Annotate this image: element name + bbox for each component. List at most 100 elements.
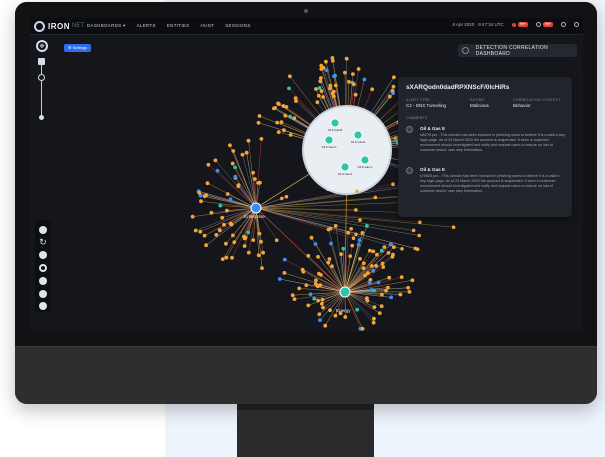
- entity-node: [256, 181, 260, 185]
- edge: [255, 195, 409, 209]
- entity-node: [328, 86, 332, 91]
- entity-node: [228, 143, 232, 148]
- energy-hub-icon: [339, 286, 351, 298]
- entity-node: [381, 265, 386, 269]
- notifications[interactable]: 99+: [535, 22, 553, 27]
- info-icon[interactable]: [39, 302, 47, 310]
- gear-icon[interactable]: [561, 22, 566, 27]
- entity-node: [392, 245, 396, 250]
- entity-node: [205, 181, 210, 186]
- entity-node: [261, 250, 265, 255]
- entity-node: [390, 89, 395, 93]
- cluster-node-label: Oil & Gas A: [338, 172, 353, 176]
- entity-node: [351, 236, 356, 240]
- entity-node: [321, 95, 325, 99]
- entity-node: [355, 307, 360, 312]
- entity-node: [360, 231, 365, 235]
- entity-node: [318, 318, 322, 322]
- alert-type: ALERT TYPE C2 - DNS Tunneling: [406, 98, 446, 108]
- alert-type-label: ALERT TYPE: [406, 98, 430, 102]
- zoom-slider-handle[interactable]: [38, 74, 45, 81]
- zoom-slider-end: [39, 115, 44, 120]
- entity-node: [347, 79, 351, 84]
- entity-node: [330, 264, 334, 269]
- entity-node: [309, 235, 314, 240]
- entity-node: [276, 130, 281, 134]
- chin-divider: [15, 346, 597, 347]
- entity-node: [356, 242, 361, 247]
- entity-node: [373, 195, 378, 200]
- logo-sub: NET: [72, 23, 84, 29]
- entity-node: [306, 253, 311, 258]
- edge: [255, 207, 354, 239]
- entity-node: [343, 315, 348, 319]
- entity-node: [375, 252, 379, 257]
- entity-node: [380, 261, 385, 266]
- nav-entities[interactable]: ENTITIES: [167, 23, 190, 29]
- avatar: [406, 126, 413, 133]
- alert-indicator[interactable]: 99+: [511, 22, 528, 27]
- app-logo[interactable]: IRON NET: [34, 20, 84, 32]
- detection-dashboard-button[interactable]: DETECTION CORRELATION DASHBOARD: [458, 44, 577, 57]
- expand-icon[interactable]: [39, 277, 47, 285]
- settings-button[interactable]: ⚙ Settings: [64, 44, 92, 52]
- edge: [255, 207, 420, 223]
- entity-node: [328, 308, 332, 313]
- help-icon[interactable]: [574, 22, 579, 27]
- entity-node: [351, 72, 355, 76]
- alert-type-value: C2 - DNS Tunneling: [406, 103, 447, 108]
- entity-node: [231, 233, 235, 238]
- entity-node: [314, 278, 318, 283]
- main-nav: DASHBOARDS ▾ ALERTS ENTITIES HUNT SESSIO…: [87, 23, 251, 29]
- nav-dashboards[interactable]: DASHBOARDS ▾: [87, 23, 126, 29]
- entity-node: [315, 284, 320, 289]
- remove-icon[interactable]: [39, 251, 47, 259]
- entity-node: [275, 120, 280, 125]
- entity-node: [389, 295, 394, 300]
- entity-node: [358, 256, 362, 261]
- entity-node: [308, 292, 313, 297]
- top-right-controls: 8 Apr 2020 · 9:47:34 UTC 99+ 99+: [453, 22, 579, 27]
- entity-node: [304, 283, 309, 288]
- entity-node: [257, 231, 262, 236]
- entity-node: [333, 313, 338, 318]
- entity-node: [224, 255, 229, 260]
- entity-node: [215, 168, 220, 173]
- entity-node: [348, 254, 353, 258]
- entity-node: [343, 70, 347, 75]
- entity-node: [283, 113, 288, 118]
- entity-node: [256, 253, 261, 258]
- collapse-icon[interactable]: [39, 290, 47, 298]
- target-icon[interactable]: [39, 264, 47, 272]
- entity-node: [251, 170, 256, 175]
- entity-node: [346, 230, 351, 235]
- entity-node: [362, 77, 367, 82]
- entity-node: [320, 301, 324, 306]
- rating: RATING Malicious: [470, 98, 489, 108]
- entity-node: [318, 79, 323, 84]
- add-icon[interactable]: [39, 226, 47, 234]
- cluster-node-label: Oil & Gas D: [322, 145, 337, 149]
- nav-alerts[interactable]: ALERTS: [137, 23, 156, 29]
- entity-node: [202, 194, 207, 199]
- nav-sessions[interactable]: SESSIONS: [225, 23, 250, 29]
- entity-node: [329, 241, 333, 246]
- entity-node: [287, 86, 291, 91]
- entity-node: [232, 240, 237, 245]
- pan-control-icon[interactable]: ✥: [36, 40, 48, 52]
- entity-node: [193, 228, 198, 233]
- entity-node: [242, 234, 246, 239]
- dashboard-button-label: DETECTION CORRELATION DASHBOARD: [475, 44, 548, 57]
- monitor-stand: [237, 404, 374, 457]
- entity-node: [326, 260, 331, 265]
- zoom-slider-track[interactable]: [41, 58, 42, 120]
- entity-node: [379, 304, 384, 309]
- comment-text: sl82?5.pro - This domain has been involv…: [420, 133, 566, 152]
- entity-node: [316, 254, 320, 259]
- comments-label: COMMENTS: [406, 116, 427, 120]
- refresh-icon[interactable]: ↻: [39, 238, 47, 247]
- entity-node: [370, 87, 375, 92]
- nav-hunt[interactable]: HUNT: [201, 23, 215, 29]
- zoom-in-icon[interactable]: [38, 58, 45, 65]
- entity-node: [198, 229, 203, 234]
